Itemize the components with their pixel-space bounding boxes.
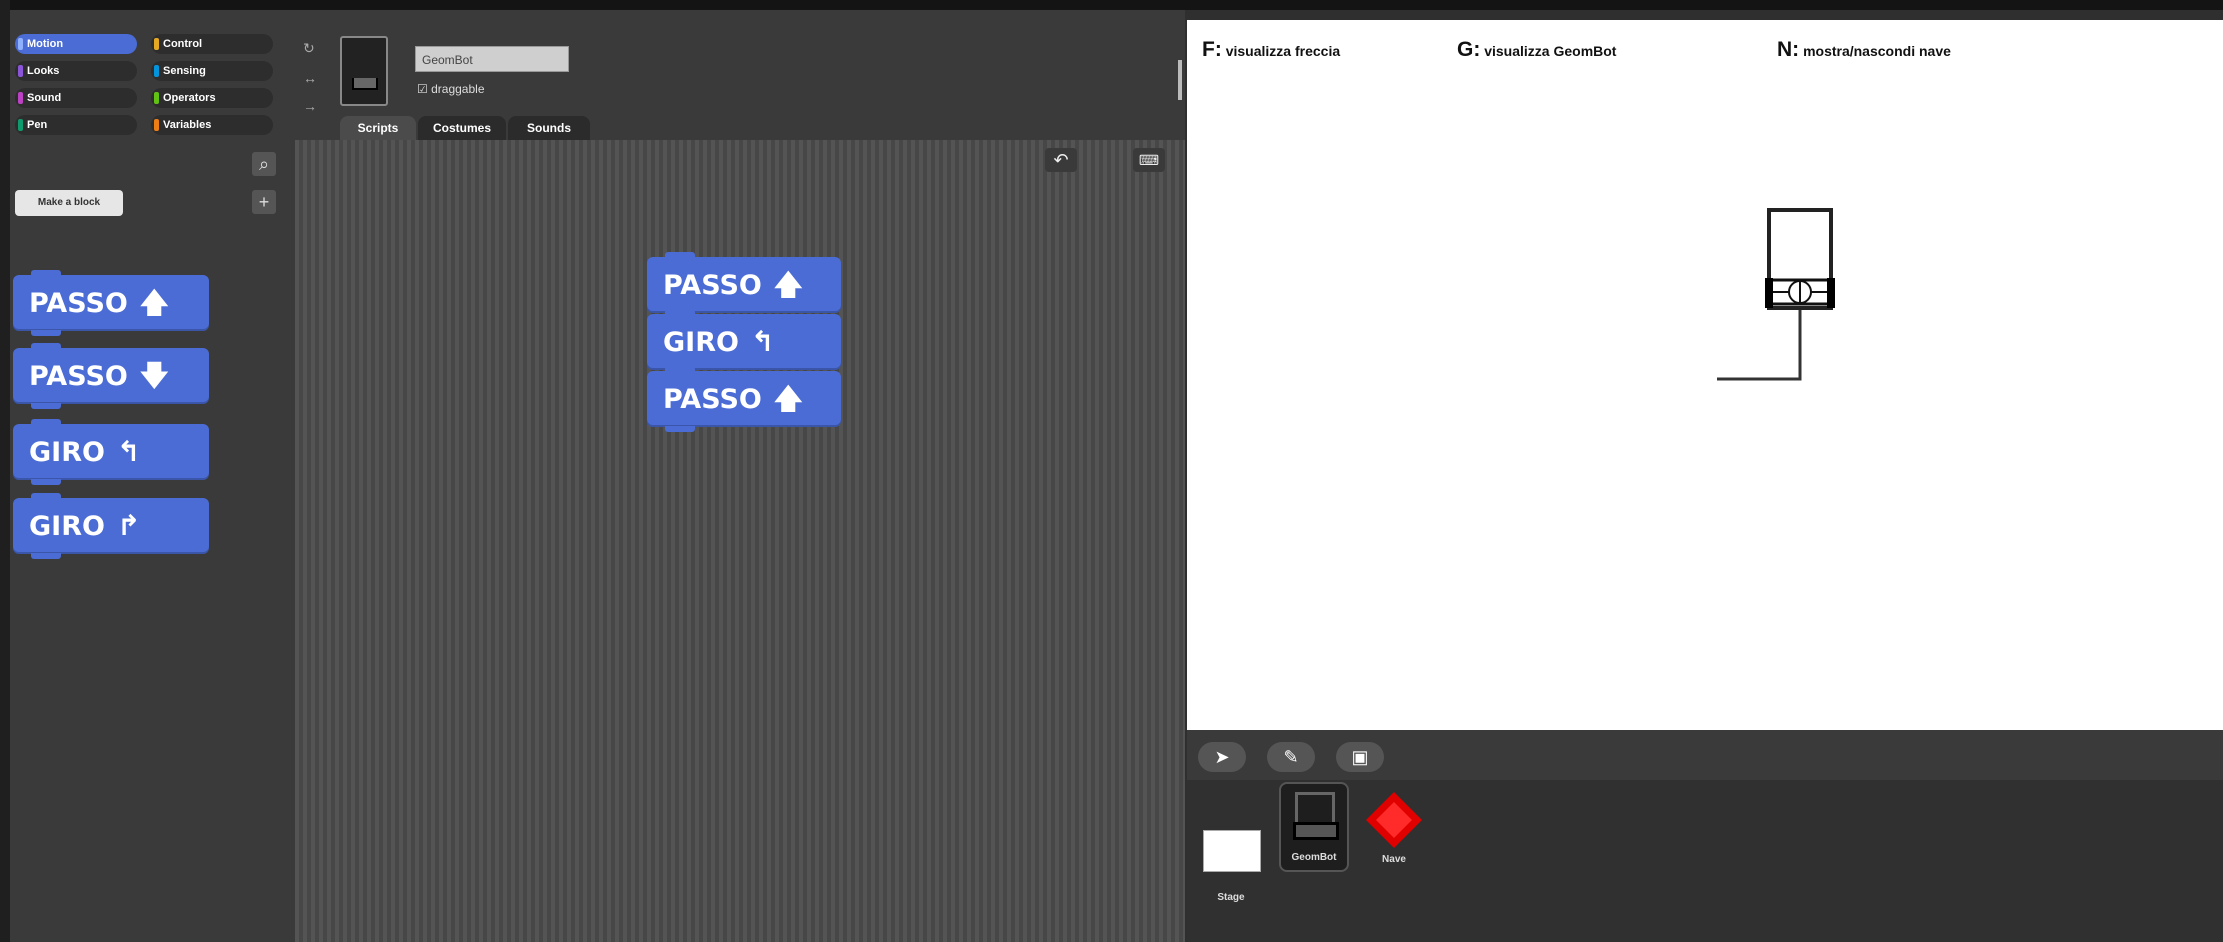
category-label: Motion bbox=[27, 38, 64, 50]
corral-sprite-geombot[interactable]: GeomBot bbox=[1279, 782, 1349, 872]
left-edge bbox=[0, 0, 10, 942]
category-dot bbox=[18, 119, 23, 131]
category-dot bbox=[154, 65, 159, 77]
sprite-name-field[interactable]: GeomBot bbox=[415, 46, 569, 72]
category-dot bbox=[154, 92, 159, 104]
turn-right-icon: ↱ bbox=[116, 509, 141, 542]
stage-thumb-label: Stage bbox=[1217, 892, 1245, 903]
palette-block-giro-left[interactable]: GIRO ↰ bbox=[13, 419, 209, 485]
draggable-checkbox[interactable]: ☑ draggable bbox=[417, 82, 485, 96]
stage-drawing bbox=[1717, 208, 1835, 381]
tab-costumes[interactable]: Costumes bbox=[418, 116, 506, 140]
category-dot bbox=[18, 38, 23, 50]
arrow-up-icon: 🡅 bbox=[773, 382, 803, 415]
stage-thumbnail[interactable] bbox=[1203, 830, 1261, 872]
category-label: Control bbox=[163, 38, 203, 50]
checkbox-icon: ☑ bbox=[417, 82, 428, 96]
category-motion[interactable]: Motion bbox=[15, 34, 137, 54]
category-label: Variables bbox=[163, 119, 212, 131]
turn-left-icon: ↰ bbox=[750, 325, 775, 358]
category-variables[interactable]: Variables bbox=[151, 115, 273, 135]
paint-brush-icon[interactable]: ✎ bbox=[1267, 742, 1315, 772]
category-dot bbox=[18, 92, 23, 104]
script-block-passo-up[interactable]: PASSO 🡅 bbox=[647, 252, 841, 318]
turn-left-icon: ↰ bbox=[116, 435, 141, 468]
block-label: PASSO bbox=[663, 270, 762, 301]
nave-icon bbox=[1366, 792, 1422, 848]
palette-block-passo-down[interactable]: PASSO 🡇 bbox=[13, 343, 209, 409]
script-block-giro-left[interactable]: GIRO ↰ bbox=[647, 309, 841, 375]
divider bbox=[1178, 60, 1182, 100]
category-control[interactable]: Control bbox=[151, 34, 273, 54]
no-rotate-icon[interactable]: → bbox=[303, 98, 319, 114]
geombot-sprite bbox=[1765, 208, 1835, 310]
arrow-up-icon: 🡅 bbox=[139, 286, 169, 319]
camera-icon[interactable]: ▣ bbox=[1336, 742, 1384, 772]
tab-sounds[interactable]: Sounds bbox=[508, 116, 590, 140]
category-label: Pen bbox=[27, 119, 48, 131]
arrow-up-icon: 🡅 bbox=[773, 268, 803, 301]
arrow-down-icon: 🡇 bbox=[139, 359, 169, 392]
block-palette: Motion Looks Sound Pen Control Sensing O… bbox=[10, 10, 295, 942]
category-label: Sensing bbox=[163, 65, 206, 77]
sprite-label: GeomBot bbox=[1291, 852, 1337, 863]
sprite-corral: Stage GeomBot Nave bbox=[1187, 780, 2223, 942]
scripts-area[interactable]: ↶ ⌨ PASSO 🡅 GIRO ↰ PASSO 🡅 bbox=[295, 140, 1185, 942]
corral-sprite-nave[interactable]: Nave bbox=[1359, 790, 1429, 870]
draggable-label: draggable bbox=[431, 82, 485, 96]
plus-icon[interactable]: + bbox=[252, 190, 276, 214]
make-block-button[interactable]: Make a block bbox=[15, 190, 123, 216]
top-bar bbox=[0, 0, 2223, 10]
block-label: PASSO bbox=[29, 361, 128, 392]
sprite-thumbnail bbox=[340, 36, 388, 106]
rotate-icon[interactable]: ↻ bbox=[303, 40, 319, 56]
category-sensing[interactable]: Sensing bbox=[151, 61, 273, 81]
block-label: PASSO bbox=[29, 288, 128, 319]
block-label: GIRO bbox=[29, 511, 105, 542]
category-dot bbox=[18, 65, 23, 77]
left-right-icon[interactable]: ↔ bbox=[303, 70, 319, 86]
block-label: GIRO bbox=[29, 437, 105, 468]
keyboard-icon[interactable]: ⌨ bbox=[1133, 148, 1165, 172]
search-icon[interactable]: ⌕ bbox=[252, 152, 276, 176]
category-dot bbox=[154, 119, 159, 131]
pen-trail bbox=[1717, 308, 1802, 381]
category-operators[interactable]: Operators bbox=[151, 88, 273, 108]
category-label: Operators bbox=[163, 92, 216, 104]
category-pen[interactable]: Pen bbox=[15, 115, 137, 135]
category-looks[interactable]: Looks bbox=[15, 61, 137, 81]
sprite-label: Nave bbox=[1382, 854, 1406, 865]
category-label: Looks bbox=[27, 65, 60, 77]
script-block-passo-up-2[interactable]: PASSO 🡅 bbox=[647, 366, 841, 432]
category-label: Sound bbox=[27, 92, 62, 104]
tab-scripts[interactable]: Scripts bbox=[340, 116, 416, 140]
category-sound[interactable]: Sound bbox=[15, 88, 137, 108]
turtle-sprite-icon[interactable]: ➤ bbox=[1198, 742, 1246, 772]
undo-icon[interactable]: ↶ bbox=[1045, 148, 1077, 172]
palette-block-passo-up[interactable]: PASSO 🡅 bbox=[13, 270, 209, 336]
palette-block-giro-right[interactable]: GIRO ↱ bbox=[13, 493, 209, 559]
stage[interactable]: F: visualizza freccia G: visualizza Geom… bbox=[1187, 20, 2223, 730]
block-label: PASSO bbox=[663, 384, 762, 415]
block-label: GIRO bbox=[663, 327, 739, 358]
category-dot bbox=[154, 38, 159, 50]
